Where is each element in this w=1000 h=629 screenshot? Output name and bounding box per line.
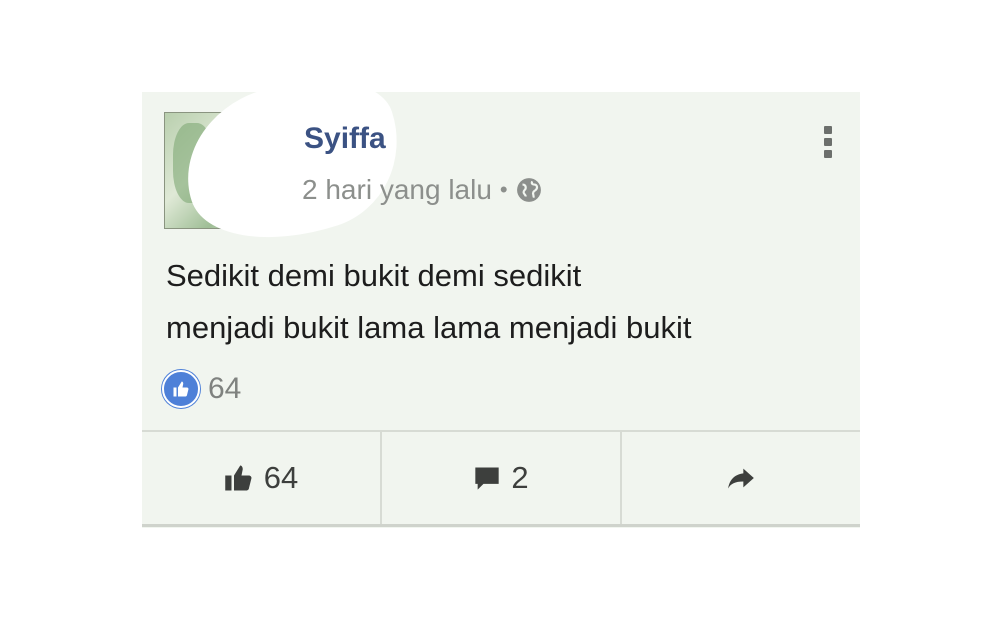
divider [142,524,860,527]
comment-icon [475,467,500,490]
share-button[interactable] [622,432,860,524]
reaction-summary[interactable]: 64 [162,370,241,408]
share-icon [728,468,754,489]
action-bar: 64 2 [142,432,860,524]
comment-count: 2 [511,460,529,495]
more-options-icon[interactable] [822,126,834,162]
meta-separator: • [499,177,508,202]
post-card: Syiffa 2 hari yang lalu • Sedikit demi b… [142,54,860,528]
reaction-count: 64 [208,372,242,405]
like-reaction-icon [162,370,200,408]
author-name-text[interactable]: Syiffa [304,122,386,155]
post-text: Sedikit demi bukit demi sedikit menjadi … [166,258,692,345]
redaction-mark [165,54,421,266]
timestamp[interactable]: 2 hari yang lalu [302,174,492,206]
author-name[interactable]: Syiffa [304,122,386,156]
comment-button[interactable]: 2 [382,432,622,524]
post-meta: 2 hari yang lalu • [302,174,542,206]
like-count: 64 [263,460,299,495]
thumbs-up-icon [225,465,252,491]
globe-icon [516,178,541,202]
like-button[interactable]: 64 [142,432,382,524]
